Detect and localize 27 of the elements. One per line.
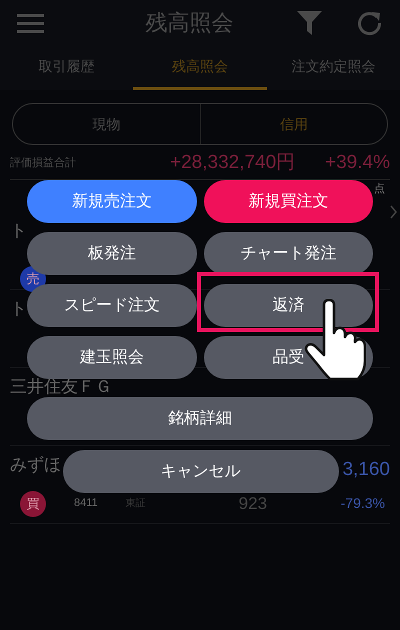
chevron-right-icon[interactable]	[390, 205, 397, 219]
stock-value: 3,160	[342, 458, 390, 482]
summary-label: 評価損益合計	[10, 156, 77, 171]
summary-percent: +39.4%	[325, 150, 390, 175]
stock-name: みずほ	[10, 454, 61, 476]
hand-pointer-icon	[304, 299, 366, 381]
stock-code: 8411	[74, 496, 98, 512]
column-header: 点	[374, 182, 385, 197]
stock-percent: -79.3%	[340, 494, 386, 513]
menu-button[interactable]: 返済	[204, 284, 373, 327]
stock-name: 三井住友ＦＧ	[10, 376, 112, 398]
cancel-button[interactable]: キャンセル	[62, 450, 338, 493]
menu-icon[interactable]	[17, 12, 44, 32]
position-badge: 買	[20, 490, 46, 516]
summary-amount: +28,332,740円	[170, 150, 296, 175]
screen-title: 残高照会	[146, 9, 234, 37]
stock-price: 923	[238, 492, 268, 515]
menu-button[interactable]: 新規買注文	[204, 180, 373, 223]
menu-button[interactable]: 新規売注文	[27, 180, 196, 223]
menu-button[interactable]: スピード注文	[27, 284, 196, 327]
menu-button[interactable]: チャート発注	[204, 232, 373, 275]
stock-name: ト	[10, 220, 27, 242]
menu-button[interactable]: 建玉照会	[27, 336, 196, 379]
filter-icon[interactable]	[297, 10, 322, 34]
stock-name: ト	[10, 298, 27, 320]
refresh-icon[interactable]	[358, 10, 383, 36]
detail-button[interactable]: 銘柄詳細	[27, 397, 373, 440]
